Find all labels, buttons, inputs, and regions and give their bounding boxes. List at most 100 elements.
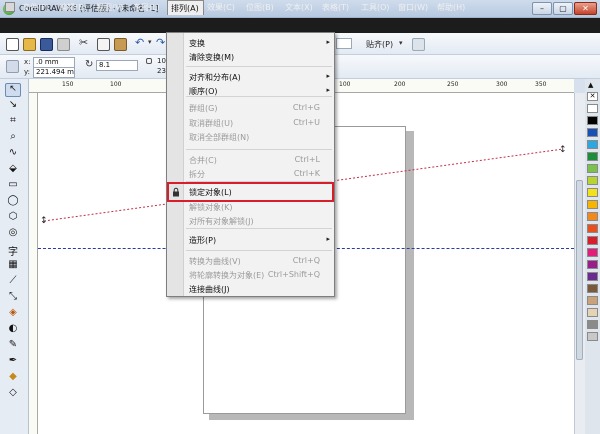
color-swatch[interactable] <box>587 272 598 281</box>
zoom-tool-icon[interactable]: ⌕ <box>5 131 21 145</box>
table-tool-icon[interactable]: ▦ <box>5 259 21 273</box>
color-swatch[interactable] <box>587 128 598 137</box>
menu-item-label: 造形(P) <box>189 236 217 245</box>
color-swatch[interactable] <box>587 224 598 233</box>
rectangle-tool-icon[interactable]: ▭ <box>5 179 21 193</box>
arrange-menu-item[interactable]: 取消群组(U) Ctrl+U <box>167 116 334 130</box>
palette-scroll-up-icon[interactable]: ▲ <box>588 81 593 89</box>
crop-tool-icon[interactable]: ⌗ <box>5 115 21 129</box>
color-swatch[interactable] <box>587 284 598 293</box>
basic-shapes-tool-icon[interactable]: ◎ <box>5 227 21 241</box>
color-swatch[interactable] <box>587 260 598 269</box>
copy-icon[interactable] <box>97 38 110 51</box>
save-icon[interactable] <box>40 38 53 51</box>
eyedropper-tool-icon[interactable]: ✎ <box>5 339 21 353</box>
menu-item-label: 对所有对象解锁(J) <box>189 217 254 226</box>
interactive-tool-icon[interactable]: ◈ <box>5 307 21 321</box>
arrange-menu-item[interactable]: 拆分 Ctrl+K <box>167 167 334 181</box>
arrange-menu-item[interactable]: 转换为曲线(V) Ctrl+Q <box>167 254 334 268</box>
menu-item-shortcut: Ctrl+Shift+Q <box>267 270 320 279</box>
freehand-tool-icon[interactable]: ∿ <box>5 147 21 161</box>
menu-arrange[interactable]: 排列(A) <box>167 0 204 15</box>
transparency-tool-icon[interactable]: ◐ <box>5 323 21 337</box>
menu-layout[interactable]: 布局(L) <box>133 0 160 15</box>
page-size-icon[interactable] <box>6 60 19 73</box>
dimension-tool-icon[interactable]: ⟋ <box>5 275 21 289</box>
color-swatch[interactable] <box>587 200 598 209</box>
outline-pen-tool-icon[interactable]: ✒ <box>5 355 21 369</box>
arrange-menu-item[interactable]: 将轮廓转换为对象(E) Ctrl+Shift+Q <box>167 268 334 282</box>
menu-text[interactable]: 文本(X) <box>285 0 313 15</box>
shape-tool-icon[interactable]: ↘ <box>5 99 21 113</box>
fill-tool-icon[interactable]: ◆ <box>5 371 21 385</box>
cut-icon[interactable]: ✂ <box>79 36 88 49</box>
undo-dropdown-arrow-icon[interactable]: ▾ <box>148 38 152 46</box>
minimize-button[interactable]: – <box>532 2 552 15</box>
arrange-menu-item[interactable]: 连接曲线(J) <box>167 282 334 296</box>
ellipse-tool-icon[interactable]: ◯ <box>5 195 21 209</box>
menu-tools[interactable]: 工具(O) <box>361 0 390 15</box>
color-swatch[interactable] <box>587 308 598 317</box>
interactive-fill-tool-icon[interactable]: ◇ <box>5 387 21 401</box>
zoom-field-dropdown[interactable] <box>336 38 352 49</box>
color-swatch[interactable] <box>587 320 598 329</box>
color-swatch[interactable] <box>587 164 598 173</box>
undo-icon[interactable]: ↶ <box>135 36 144 49</box>
menu-item-icon <box>171 155 181 165</box>
new-document-icon[interactable] <box>6 38 19 51</box>
polygon-tool-icon[interactable]: ⬡ <box>5 211 21 225</box>
width-field-partial[interactable]: 10 <box>157 57 166 65</box>
menu-window[interactable]: 窗口(W) <box>398 0 428 15</box>
color-swatch[interactable] <box>587 332 598 341</box>
color-swatch[interactable] <box>587 176 598 185</box>
arrange-menu-item[interactable]: 顺序(O) ▸ <box>167 84 334 98</box>
open-folder-icon[interactable] <box>23 38 36 51</box>
lock-ratio-icon[interactable] <box>146 58 152 64</box>
smart-fill-tool-icon[interactable]: ⬙ <box>5 163 21 177</box>
vertical-ruler[interactable] <box>29 93 38 434</box>
arrange-menu-item[interactable]: 群组(G) Ctrl+G <box>167 101 334 115</box>
menu-view[interactable]: 视图(V) <box>96 0 124 15</box>
arrange-menu-item[interactable]: 合并(C) Ctrl+L <box>167 153 334 167</box>
menu-help[interactable]: 帮助(H) <box>437 0 465 15</box>
color-swatch[interactable] <box>587 116 598 125</box>
snap-to-menu[interactable]: 贴齐(P) <box>366 39 393 50</box>
redo-icon[interactable]: ↷ <box>156 36 165 49</box>
arrange-menu-item[interactable]: 对所有对象解锁(J) <box>167 214 334 228</box>
arrange-menu-item[interactable]: 解锁对象(K) <box>167 200 334 214</box>
color-swatch[interactable] <box>587 236 598 245</box>
y-position-field[interactable]: 221.494 mm <box>33 67 75 78</box>
arrange-menu-item[interactable]: 变换 ▸ <box>167 36 334 50</box>
arrange-menu-item[interactable]: 造形(P) ▸ <box>167 233 334 247</box>
color-swatch[interactable] <box>587 140 598 149</box>
no-color-swatch[interactable]: ✕ <box>587 92 598 101</box>
menu-table[interactable]: 表格(T) <box>322 0 349 15</box>
menu-effects[interactable]: 效果(C) <box>207 0 235 15</box>
menu-bitmaps[interactable]: 位图(B) <box>246 0 274 15</box>
maximize-button[interactable]: ▢ <box>553 2 573 15</box>
arrange-menu-item[interactable]: 清除变换(M) <box>167 50 334 64</box>
color-swatch[interactable] <box>587 296 598 305</box>
color-swatch[interactable] <box>587 152 598 161</box>
rotation-field[interactable]: 8.1 <box>96 60 138 71</box>
document-menu-icon[interactable] <box>5 2 15 12</box>
close-button[interactable]: ✕ <box>574 2 597 15</box>
height-field-partial[interactable]: 23 <box>157 67 166 75</box>
color-swatch[interactable] <box>587 248 598 257</box>
menu-edit[interactable]: 编辑(E) <box>59 0 86 15</box>
ruler-label: 300 <box>496 81 508 88</box>
menu-file[interactable]: 文件(F) <box>22 0 49 15</box>
options-icon[interactable] <box>412 38 425 51</box>
print-icon[interactable] <box>57 38 70 51</box>
connector-tool-icon[interactable]: ⤡ <box>5 291 21 305</box>
color-swatch[interactable] <box>587 188 598 197</box>
color-swatch[interactable] <box>587 104 598 113</box>
pick-tool-icon[interactable]: ↖ <box>5 83 21 97</box>
scrollbar-thumb[interactable] <box>576 180 583 360</box>
text-tool-icon[interactable]: 字 <box>5 243 21 258</box>
arrange-menu-item[interactable]: 对齐和分布(A) ▸ <box>167 70 334 84</box>
snap-dropdown-arrow-icon[interactable]: ▾ <box>399 39 403 47</box>
paste-icon[interactable] <box>114 38 127 51</box>
arrange-menu-item[interactable]: 取消全部群组(N) <box>167 130 334 144</box>
color-swatch[interactable] <box>587 212 598 221</box>
